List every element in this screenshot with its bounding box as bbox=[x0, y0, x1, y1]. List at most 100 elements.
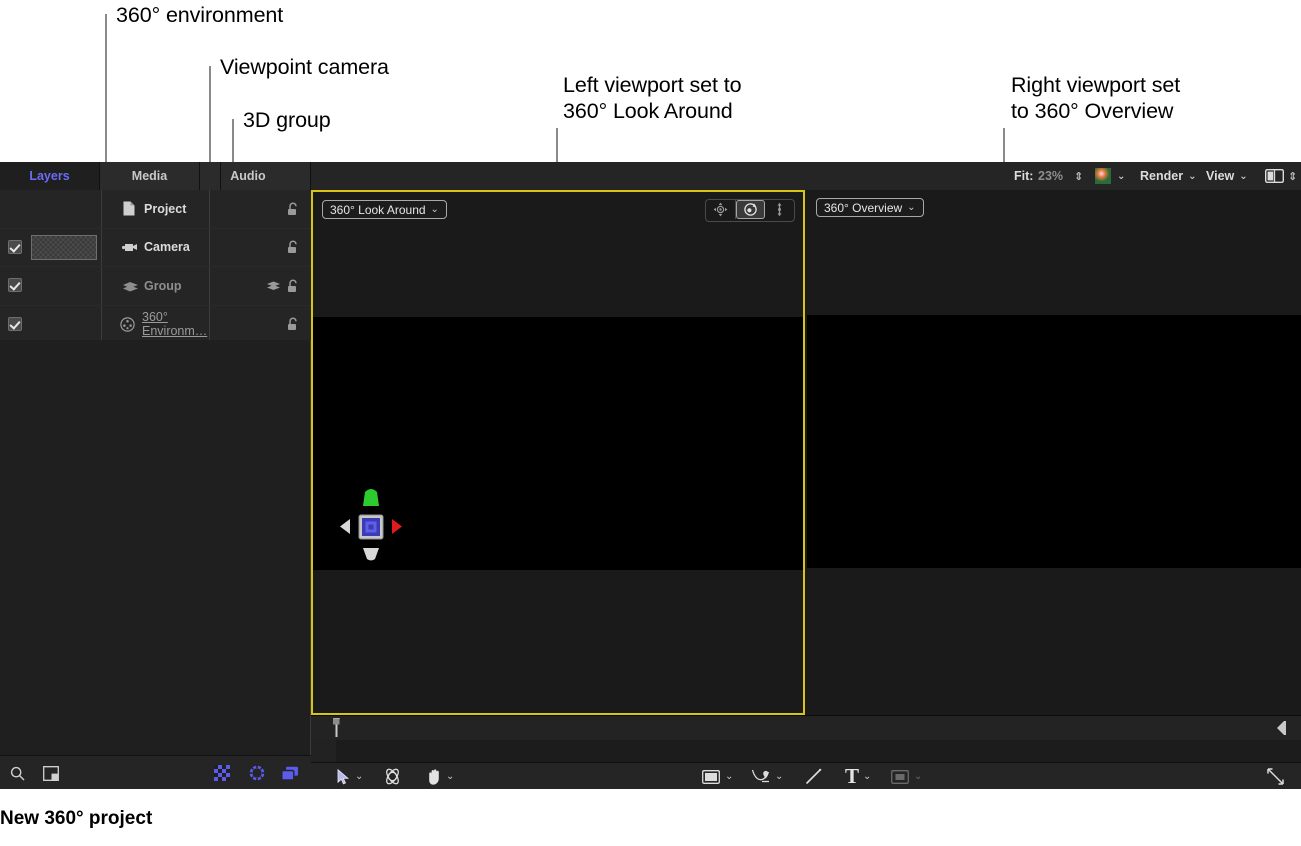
shape-tool-chevron-down-icon[interactable]: ⌄ bbox=[725, 763, 733, 789]
layer-row-group[interactable]: Group bbox=[0, 267, 311, 306]
row-col-lock bbox=[210, 229, 311, 267]
row-col-name: 360° Environm… bbox=[102, 306, 210, 344]
tab-media[interactable]: Media bbox=[100, 162, 200, 190]
end-marker-icon[interactable] bbox=[1275, 720, 1287, 741]
canvas-area: Fit: 23% ⇕ ⌄ Render⌄ View⌄ ⇕ bbox=[311, 162, 1301, 789]
mask-tool-chevron-down-icon[interactable]: ⌄ bbox=[775, 763, 783, 789]
canvas-toolbar: Fit: 23% ⇕ ⌄ Render⌄ View⌄ ⇕ bbox=[311, 162, 1301, 190]
callout-viewpoint-camera: Viewpoint camera bbox=[220, 54, 389, 80]
new-group-icon[interactable] bbox=[43, 756, 59, 789]
layer-name-project: Project bbox=[144, 190, 186, 228]
visibility-checkbox-360-environment[interactable] bbox=[8, 317, 22, 331]
visibility-checkbox-group[interactable] bbox=[8, 278, 22, 292]
axis-down-white bbox=[363, 548, 379, 561]
fit-value[interactable]: 23% bbox=[1038, 162, 1063, 190]
tab-layers[interactable]: Layers bbox=[0, 162, 100, 190]
document-icon bbox=[122, 190, 135, 228]
render-menu[interactable]: Render⌄ bbox=[1140, 162, 1196, 190]
row-col-name: Project bbox=[102, 190, 210, 228]
camera-icon bbox=[122, 229, 139, 267]
viewport-left-view-selector[interactable]: 360° Look Around⌄ bbox=[322, 200, 447, 219]
chevron-down-icon: ⌄ bbox=[1188, 171, 1196, 182]
layers-empty-area bbox=[0, 340, 311, 761]
axis-right-red bbox=[392, 519, 402, 534]
crop-tool-chevron-down-icon[interactable]: ⌄ bbox=[914, 763, 922, 789]
color-profile-icon[interactable] bbox=[1095, 162, 1111, 190]
crop-tool-icon[interactable] bbox=[891, 763, 909, 789]
transform-3d-icon[interactable] bbox=[383, 763, 402, 789]
callout-left-viewport: Left viewport set to 360° Look Around bbox=[563, 72, 741, 124]
bottom-toolbar: ⌄ ⌄ ⌄ ⌄ T ⌄ ⌄ bbox=[311, 762, 1301, 789]
timeline-track-header bbox=[311, 740, 336, 762]
row-col-name: Group bbox=[102, 267, 210, 305]
layer-row-project[interactable]: Project bbox=[0, 190, 311, 229]
select-tool-chevron-down-icon[interactable]: ⌄ bbox=[355, 763, 363, 789]
axis-navigation-widget[interactable] bbox=[326, 482, 416, 572]
fit-stepper-icon[interactable]: ⇕ bbox=[1074, 162, 1083, 190]
row-col-visibility bbox=[0, 267, 102, 305]
figure-caption: New 360° project bbox=[0, 808, 152, 830]
viewports-container: 360° Look Around⌄ bbox=[311, 190, 1301, 715]
visibility-checkbox-camera[interactable] bbox=[8, 240, 22, 254]
checkerboard-icon[interactable] bbox=[214, 756, 230, 789]
layer-name-group: Group bbox=[144, 267, 182, 305]
gear-icon[interactable] bbox=[249, 756, 265, 789]
split-view-icon[interactable] bbox=[1265, 162, 1284, 190]
layer-row-camera[interactable]: Camera bbox=[0, 229, 311, 268]
tab-audio[interactable]: Audio bbox=[221, 162, 311, 190]
bezier-mask-icon[interactable] bbox=[751, 763, 771, 789]
viewport-left-nav-buttons bbox=[705, 199, 795, 222]
layer-name-camera: Camera bbox=[144, 229, 190, 267]
viewport-right-view-selector[interactable]: 360° Overview⌄ bbox=[816, 198, 924, 217]
pan-3d-icon[interactable] bbox=[706, 200, 736, 219]
timeline-lower-strip bbox=[311, 740, 1301, 762]
expand-arrows-icon[interactable] bbox=[1266, 763, 1285, 789]
row-col-name: Camera bbox=[102, 229, 210, 267]
dolly-icon[interactable] bbox=[765, 200, 794, 219]
lock-open-icon[interactable] bbox=[287, 306, 300, 344]
hand-pan-icon[interactable] bbox=[426, 763, 443, 789]
sphere-360-icon bbox=[120, 306, 135, 344]
row-col-visibility bbox=[0, 229, 102, 267]
pan-tool-chevron-down-icon[interactable]: ⌄ bbox=[446, 763, 454, 789]
view-menu[interactable]: View⌄ bbox=[1206, 162, 1248, 190]
callout-3d-group: 3D group bbox=[243, 107, 331, 133]
callout-360-environment: 360° environment bbox=[116, 2, 283, 28]
layer-row-360-environment[interactable]: 360° Environm… bbox=[0, 306, 311, 345]
color-profile-chevron-down-icon[interactable]: ⌄ bbox=[1117, 162, 1125, 190]
callout-right-viewport: Right viewport set to 360° Overview bbox=[1011, 72, 1180, 124]
viewport-right[interactable]: 360° Overview⌄ bbox=[805, 190, 1301, 715]
axis-left-white bbox=[340, 519, 350, 534]
layers-list: Project Camera bbox=[0, 190, 311, 761]
layers-stack-icon[interactable] bbox=[281, 756, 299, 789]
chevron-down-icon: ⌄ bbox=[907, 202, 915, 213]
group-layers-icon-badge bbox=[266, 267, 281, 305]
viewport-right-render bbox=[807, 315, 1301, 568]
row-col-lock bbox=[210, 190, 311, 228]
lock-open-icon[interactable] bbox=[287, 190, 300, 228]
layer-name-360-environment: 360° Environm… bbox=[142, 306, 209, 344]
arrow-select-icon[interactable] bbox=[337, 763, 350, 789]
group-layers-icon bbox=[122, 267, 139, 305]
lock-open-icon[interactable] bbox=[287, 267, 300, 305]
viewport-left[interactable]: 360° Look Around⌄ bbox=[311, 190, 805, 715]
panel-tab-bar: Layers Media Audio bbox=[0, 162, 311, 190]
motion-app-window: Layers Media Audio Project bbox=[0, 162, 1301, 789]
text-tool-icon[interactable]: T bbox=[845, 763, 859, 789]
line-tool-icon[interactable] bbox=[805, 763, 822, 789]
rectangle-shape-icon[interactable] bbox=[702, 763, 720, 789]
orbit-icon[interactable] bbox=[736, 200, 765, 219]
axis-up-green bbox=[363, 489, 379, 506]
timeline-ruler[interactable] bbox=[311, 715, 1301, 742]
lock-open-icon[interactable] bbox=[287, 229, 300, 267]
chevron-down-icon: ⌄ bbox=[431, 204, 439, 215]
search-icon[interactable] bbox=[10, 756, 25, 789]
row-col-visibility bbox=[0, 190, 102, 228]
row-col-visibility bbox=[0, 306, 102, 344]
split-view-stepper-icon[interactable]: ⇕ bbox=[1288, 162, 1297, 190]
layers-panel-footer bbox=[0, 755, 311, 789]
text-tool-chevron-down-icon[interactable]: ⌄ bbox=[863, 763, 871, 789]
row-col-lock bbox=[210, 306, 311, 344]
row-col-lock bbox=[210, 267, 311, 305]
layers-panel: Layers Media Audio Project bbox=[0, 162, 311, 789]
